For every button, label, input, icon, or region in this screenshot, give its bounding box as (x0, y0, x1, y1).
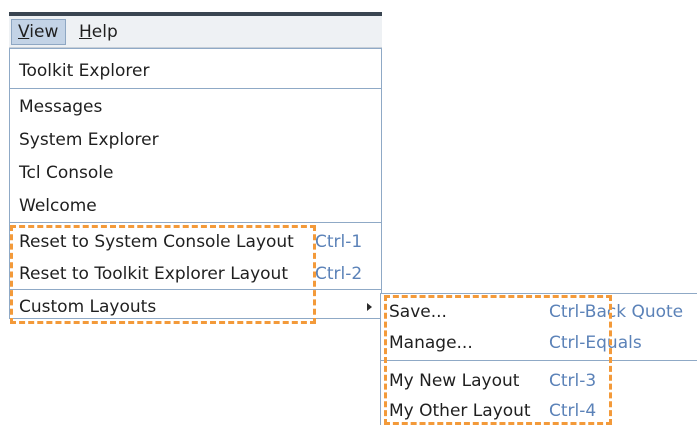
menu-item-reset-toolkit-explorer-layout[interactable]: Reset to Toolkit Explorer Layout Ctrl-2 (10, 258, 381, 290)
menu-separator (10, 222, 381, 223)
menu-help-label: elp (91, 22, 118, 42)
menu-item-label: Messages (19, 97, 103, 117)
view-menu-dropdown: Toolkit Explorer Messages System Explore… (9, 48, 382, 319)
menu-help[interactable]: Help (73, 19, 124, 45)
menu-view-label: iew (29, 22, 59, 42)
menu-view[interactable]: View (11, 19, 66, 45)
submenu-item-label: Manage... (389, 333, 473, 353)
menu-item-messages[interactable]: Messages (10, 91, 381, 123)
menu-help-mnemonic: H (79, 22, 92, 42)
menu-item-label: Tcl Console (19, 163, 114, 183)
submenu-item-my-new-layout[interactable]: My New Layout Ctrl-3 (381, 365, 697, 397)
menu-bar: View Help (9, 16, 382, 48)
menu-item-accelerator: Ctrl-1 (315, 232, 363, 252)
submenu-item-manage[interactable]: Manage... Ctrl-Equals (381, 327, 697, 359)
submenu-item-accelerator: Ctrl-Equals (549, 333, 642, 353)
submenu-item-label: Save... (389, 302, 447, 322)
menu-item-label: Toolkit Explorer (19, 61, 150, 81)
menu-item-label: Reset to System Console Layout (19, 232, 294, 252)
menu-item-toolkit-explorer[interactable]: Toolkit Explorer (10, 55, 381, 87)
menu-item-system-explorer[interactable]: System Explorer (10, 124, 381, 156)
submenu-arrow-icon (367, 303, 372, 311)
submenu-item-accelerator: Ctrl-Back Quote (549, 302, 684, 322)
menu-item-label: Custom Layouts (19, 297, 157, 317)
menu-item-label: Reset to Toolkit Explorer Layout (19, 264, 288, 284)
menu-separator (381, 360, 697, 361)
submenu-item-label: My Other Layout (389, 401, 531, 421)
screenshot-stage: View Help Toolkit Explorer Messages Syst… (0, 0, 697, 425)
submenu-item-my-other-layout[interactable]: My Other Layout Ctrl-4 (381, 395, 697, 425)
menu-separator (10, 289, 381, 290)
menu-view-mnemonic: V (18, 22, 30, 42)
menu-item-label: Welcome (19, 196, 97, 216)
menu-item-label: System Explorer (19, 130, 159, 150)
menu-item-welcome[interactable]: Welcome (10, 190, 381, 222)
submenu-item-accelerator: Ctrl-3 (549, 371, 597, 391)
menu-item-tcl-console[interactable]: Tcl Console (10, 157, 381, 189)
menu-item-accelerator: Ctrl-2 (315, 264, 363, 284)
menu-item-custom-layouts[interactable]: Custom Layouts (10, 291, 381, 323)
menu-item-reset-system-console-layout[interactable]: Reset to System Console Layout Ctrl-1 (10, 226, 381, 258)
submenu-item-label: My New Layout (389, 371, 520, 391)
submenu-item-accelerator: Ctrl-4 (549, 401, 597, 421)
submenu-item-save[interactable]: Save... Ctrl-Back Quote (381, 296, 697, 328)
menu-separator (10, 88, 381, 89)
custom-layouts-submenu: Save... Ctrl-Back Quote Manage... Ctrl-E… (380, 293, 697, 425)
